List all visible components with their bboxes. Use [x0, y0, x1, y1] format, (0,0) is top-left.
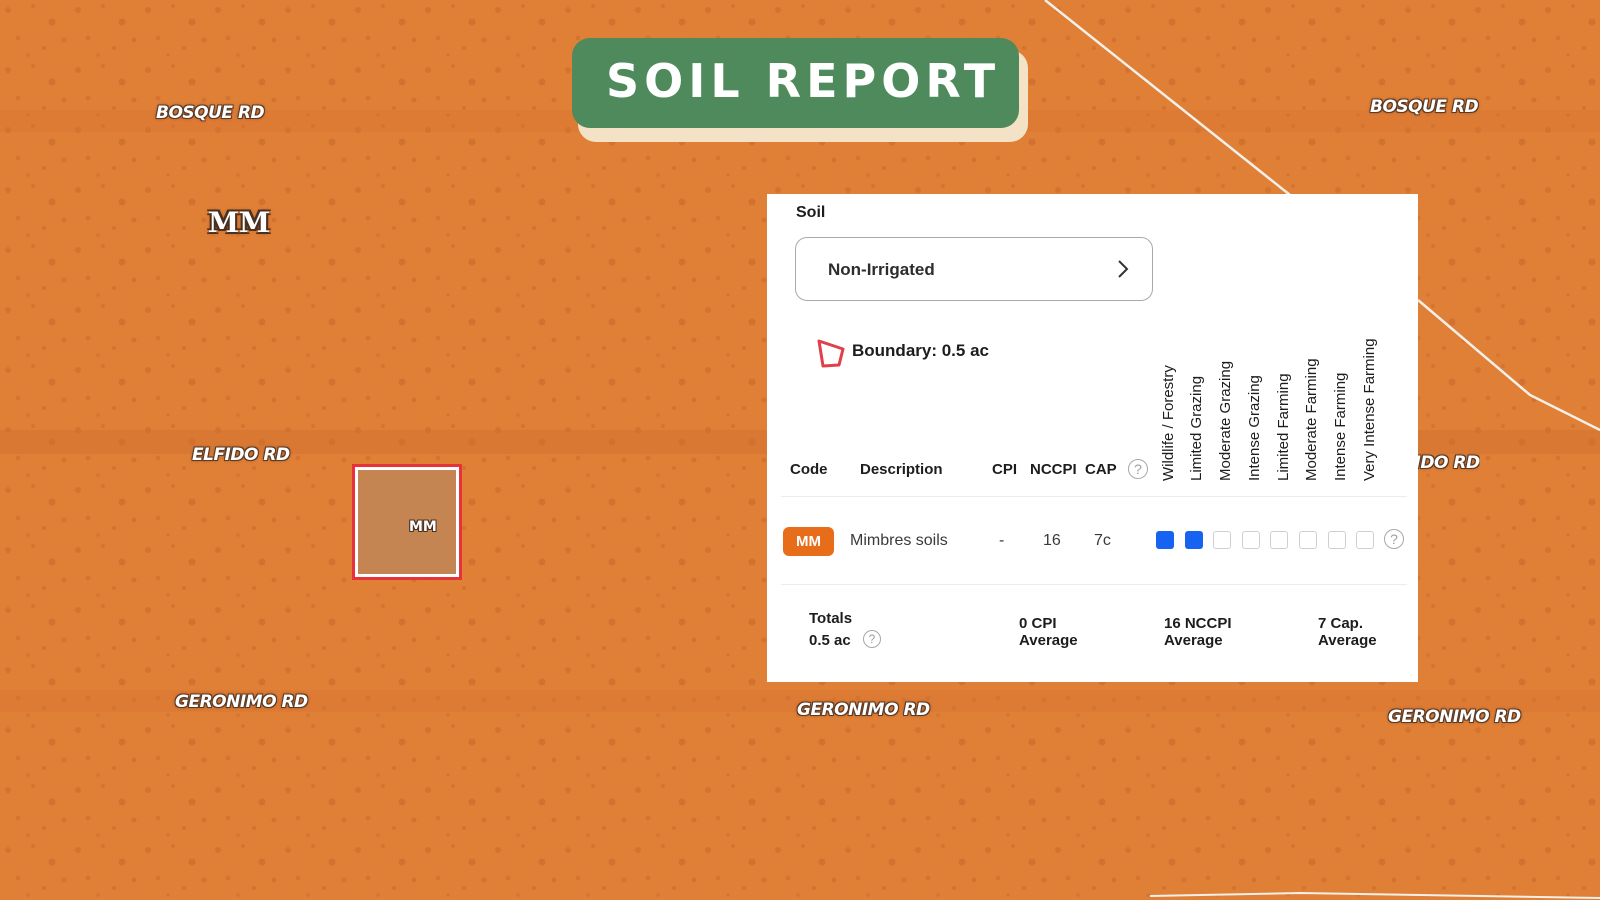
road-label-bosque-west: BOSQUE RD: [156, 103, 265, 123]
land-use-box-very-intense-farming: [1356, 531, 1375, 549]
land-use-header-wildlife-forestry: Wildlife / Forestry: [1160, 365, 1177, 481]
totals-area: 0.5 ac: [809, 632, 851, 649]
header-divider: [781, 496, 1407, 497]
dropdown-value: Non-Irrigated: [828, 260, 935, 279]
land-use-header-intense-farming: Intense Farming: [1332, 372, 1349, 481]
title-banner: SOIL REPORT: [572, 38, 1019, 128]
road-label-geronimo-west: GERONIMO RD: [175, 692, 308, 712]
column-header-code: Code: [790, 461, 828, 478]
land-use-box-intense-farming: [1327, 531, 1346, 549]
land-use-box-moderate-farming: [1299, 531, 1317, 549]
soil-code-badge: MM: [783, 527, 834, 556]
parcel-soil-label: MM: [409, 519, 437, 535]
totals-nccpi-sub: Average: [1164, 632, 1223, 649]
road-label-geronimo-center: GERONIMO RD: [797, 700, 930, 720]
totals-cap-sub: Average: [1318, 632, 1377, 649]
row-help-icon[interactable]: ?: [1384, 529, 1404, 549]
section-title: Soil: [796, 204, 826, 221]
road-label-bosque-east: BOSQUE RD: [1370, 97, 1479, 117]
land-use-header-moderate-grazing: Moderate Grazing: [1217, 360, 1234, 481]
column-header-cpi: CPI: [992, 461, 1018, 478]
soil-cpi: -: [999, 532, 1005, 549]
land-use-box-intense-grazing: [1241, 531, 1260, 549]
banner-title: SOIL REPORT: [606, 54, 1001, 108]
soil-cap: 7c: [1094, 532, 1111, 549]
land-use-header-limited-farming: Limited Farming: [1275, 373, 1292, 481]
land-use-box-limited-farming: [1270, 531, 1289, 549]
soil-nccpi: 16: [1043, 532, 1061, 549]
soil-unit-label: MM: [208, 206, 270, 239]
land-use-box-moderate-grazing: [1213, 531, 1232, 549]
irrigation-dropdown[interactable]: Non-Irrigated: [795, 237, 1153, 301]
road-label-elfido-west: ELFIDO RD: [192, 445, 290, 465]
land-use-box-wildlife-forestry: [1156, 531, 1174, 549]
column-header-cap: CAP: [1085, 461, 1117, 478]
road-label-geronimo-east: GERONIMO RD: [1388, 707, 1521, 727]
land-use-header-very-intense-farming: Very Intense Farming: [1361, 338, 1378, 481]
parcel-boundary[interactable]: MM: [352, 464, 462, 580]
row-divider: [781, 584, 1407, 585]
columns-help-icon[interactable]: ?: [1128, 459, 1148, 479]
totals-help-icon[interactable]: ?: [863, 630, 881, 648]
totals-label: Totals: [809, 610, 853, 627]
totals-cpi-sub: Average: [1019, 632, 1078, 649]
column-header-description: Description: [860, 461, 943, 478]
land-use-box-limited-grazing: [1184, 531, 1203, 549]
land-use-header-limited-grazing: Limited Grazing: [1188, 375, 1205, 481]
soil-description: Mimbres soils: [850, 532, 948, 549]
polygon-boundary-icon: [817, 339, 845, 368]
column-header-nccpi: NCCPI: [1030, 461, 1077, 478]
soil-panel: Soil Non-Irrigated Boundary: 0.5 ac Code…: [767, 194, 1418, 682]
chevron-right-icon: [1118, 260, 1129, 278]
land-use-header-moderate-farming: Moderate Farming: [1303, 358, 1320, 481]
boundary-area: Boundary: 0.5 ac: [852, 341, 989, 360]
land-use-header-intense-grazing: Intense Grazing: [1246, 375, 1263, 481]
